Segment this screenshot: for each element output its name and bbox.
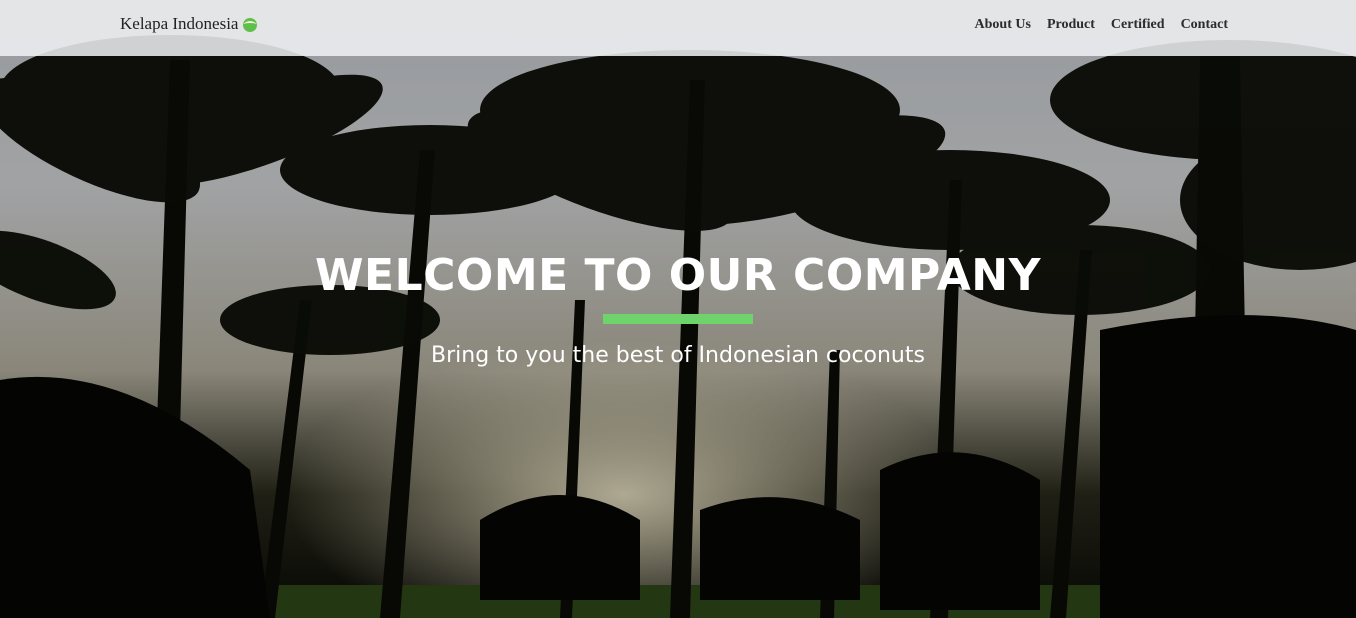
hero-section: WELCOME TO OUR COMPANY Bring to you the …	[0, 0, 1356, 618]
brand-logo[interactable]: Kelapa Indonesia	[120, 14, 258, 34]
hero-title: WELCOME TO OUR COMPANY	[315, 250, 1041, 301]
hero-subtitle: Bring to you the best of Indonesian coco…	[431, 343, 925, 368]
top-navbar: Kelapa Indonesia About Us Product Certif…	[0, 0, 1356, 56]
title-underline	[603, 314, 753, 324]
main-nav: About Us Product Certified Contact	[975, 17, 1228, 33]
palm-trees-background-image	[0, 0, 1356, 618]
nav-contact[interactable]: Contact	[1181, 17, 1228, 33]
nav-product[interactable]: Product	[1047, 17, 1095, 33]
coconut-icon	[242, 16, 258, 32]
brand-name: Kelapa Indonesia	[120, 14, 239, 33]
nav-certified[interactable]: Certified	[1111, 17, 1165, 33]
nav-about-us[interactable]: About Us	[975, 17, 1031, 33]
